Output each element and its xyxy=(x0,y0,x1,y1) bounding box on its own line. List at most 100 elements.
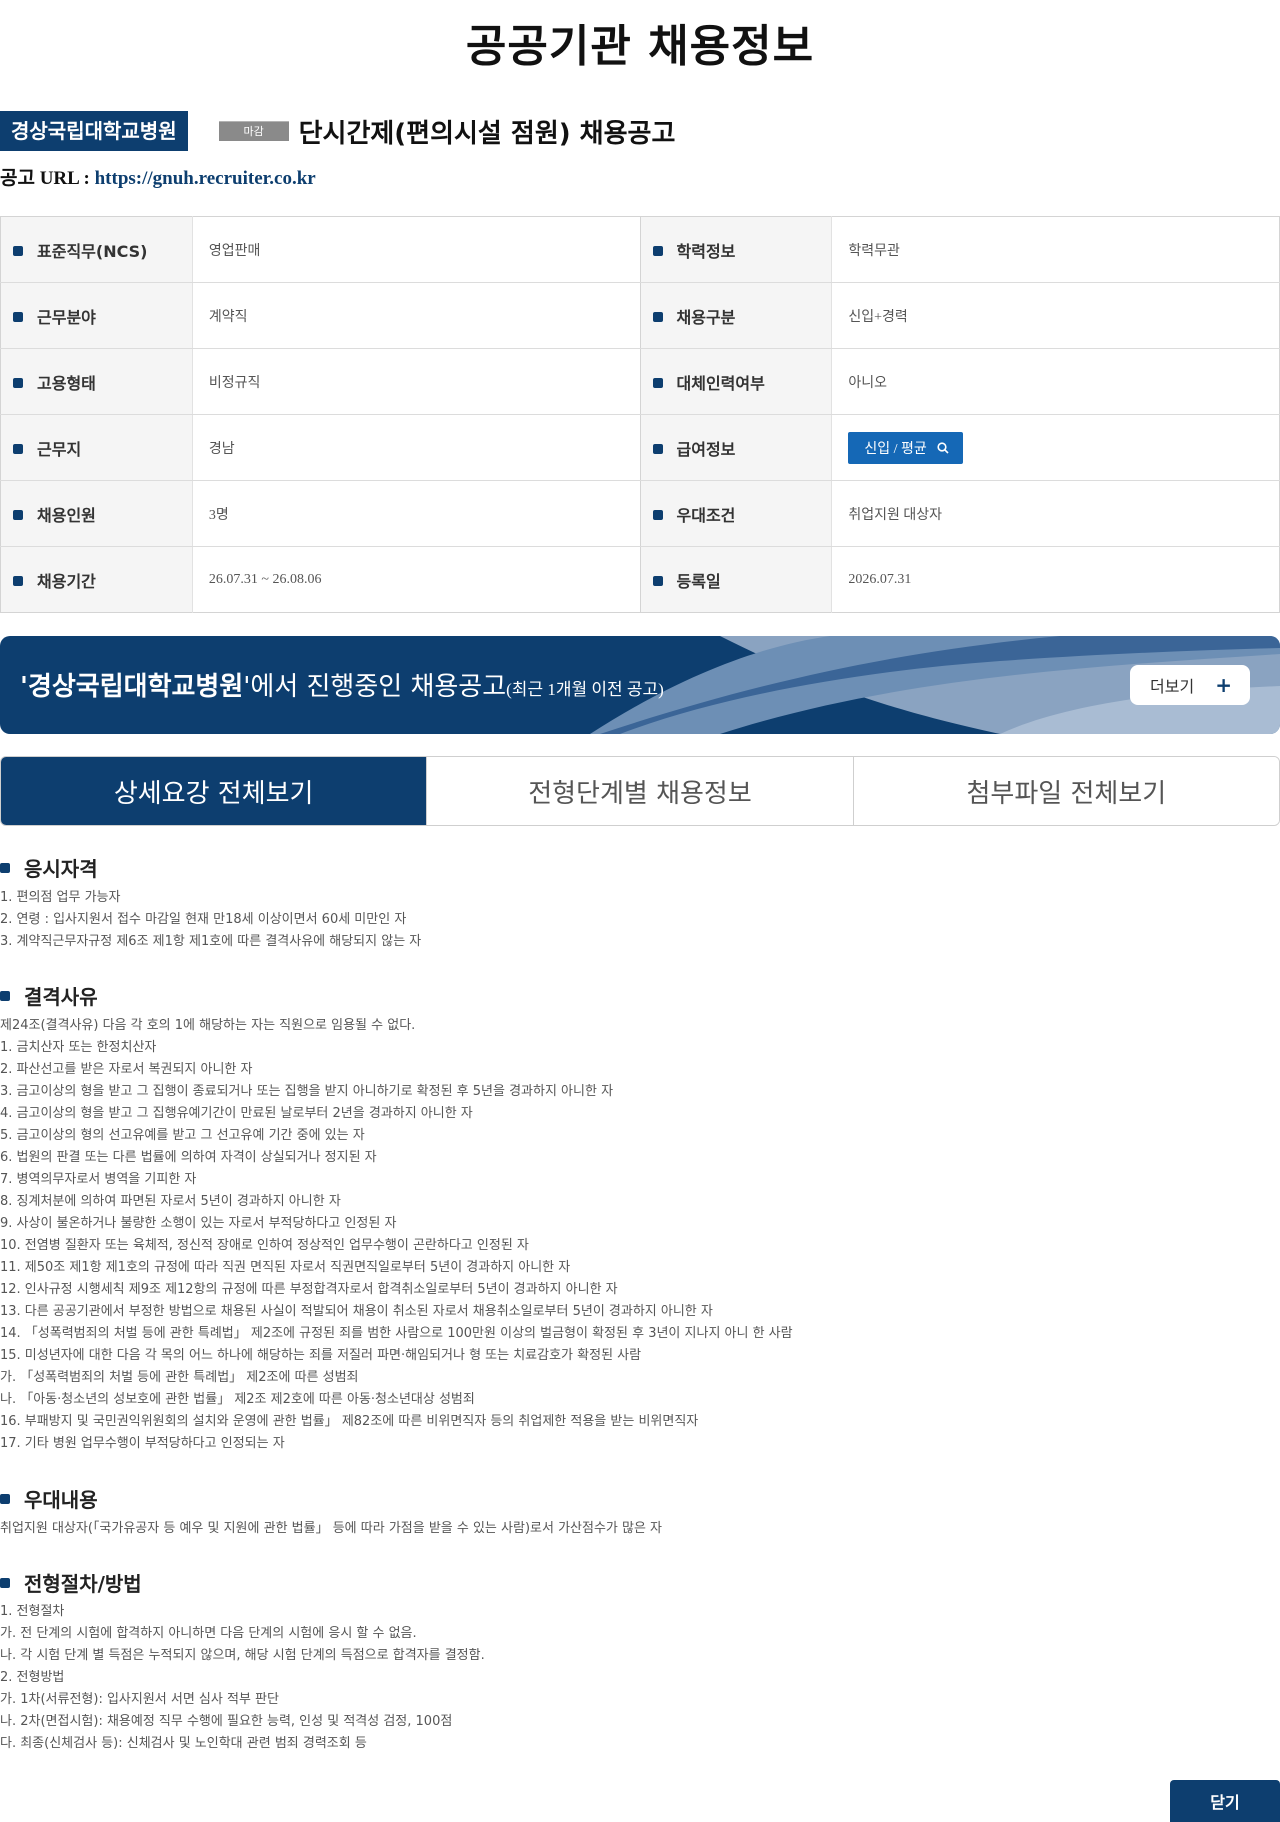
section-title-qualification: 응시자격 xyxy=(0,853,98,882)
info-label: 등록일 xyxy=(640,546,833,613)
section-line: 제24조(결격사유) 다음 각 호의 1에 해당하는 자는 직원으로 임용될 수… xyxy=(0,1018,416,1033)
tab-stage-info[interactable]: 전형단계별 채용정보 xyxy=(426,757,853,825)
detail-tabs: 상세요강 전체보기 전형단계별 채용정보 첨부파일 전체보기 xyxy=(0,756,1280,826)
info-label-text: 채용인원 xyxy=(37,505,96,525)
more-label: 더보기 xyxy=(1150,677,1195,696)
info-label: 근무지 xyxy=(0,414,193,481)
info-row: 고용형태 비정규직 대체인력여부 아니오 xyxy=(0,348,1280,415)
info-value: 계약직 xyxy=(192,282,641,349)
square-bullet-icon xyxy=(652,246,663,256)
section-body-procedure: 1. 전형절차 가. 전 단계의 시험에 합격하지 아니하면 다음 단계의 시험에… xyxy=(0,1601,485,1755)
info-value: 아니오 xyxy=(831,348,1280,415)
section-body-preference: 취업지원 대상자(「국가유공자 등 예우 및 지원에 관한 법률」 등에 따라 … xyxy=(0,1518,662,1540)
job-info-table: 표준직무(NCS) 영업판매 학력정보 학력무관 근무분야 계약직 채용구분 신입+경력 고용형… xyxy=(0,216,1280,613)
info-label: 표준직무(NCS) xyxy=(0,216,193,283)
salary-info-button[interactable]: 신입 / 평균 xyxy=(848,431,963,464)
section-line: 17. 기타 병원 업무수행이 부적당하다고 인정되는 자 xyxy=(0,1436,285,1451)
org-badge: 경상국립대학교병원 xyxy=(0,111,188,151)
section-line: 나. 「아동·청소년의 성보호에 관한 법률」 제2조 제2호에 따른 아동·청… xyxy=(0,1392,475,1407)
info-row: 근무분야 계약직 채용구분 신입+경력 xyxy=(0,282,1280,349)
info-label-text: 우대조건 xyxy=(676,505,736,525)
banner-text: '경상국립대학교병원'에서 진행중인 채용공고(최근 1개월 이전 공고) xyxy=(20,666,664,703)
status-badge: 마감 xyxy=(218,121,289,141)
section-line: 6. 법원의 판결 또는 다른 법률에 의하여 자격이 상실되거나 정지된 자 xyxy=(0,1150,377,1165)
square-bullet-icon xyxy=(652,312,663,322)
info-value-text: 신입+경력 xyxy=(848,309,908,325)
info-value: 학력무관 xyxy=(831,216,1280,283)
square-bullet-icon xyxy=(13,378,23,388)
banner-org: 경상국립대학교병원 xyxy=(27,672,244,702)
info-label-text: 급여정보 xyxy=(676,439,736,459)
section-title-text: 우대내용 xyxy=(24,1488,98,1512)
info-value-text: 취업지원 대상자 xyxy=(848,507,943,523)
section-body-qualification: 1. 편의점 업무 가능자 2. 연령 : 입사지원서 접수 마감일 현재 만18… xyxy=(0,887,421,953)
square-bullet-icon xyxy=(652,576,663,586)
info-label-text: 근무지 xyxy=(37,439,82,459)
salary-button-label: 신입 / 평균 xyxy=(864,441,927,457)
section-line: 나. 2차(면접시험): 채용예정 직무 수행에 필요한 능력, 인성 및 적격… xyxy=(0,1714,453,1729)
info-value-text: 3명 xyxy=(208,507,229,523)
info-value-text: 학력무관 xyxy=(848,243,900,259)
close-button[interactable]: 닫기 xyxy=(1170,1780,1280,1822)
info-row: 표준직무(NCS) 영업판매 학력정보 학력무관 xyxy=(0,216,1280,283)
section-title-preference: 우대내용 xyxy=(0,1484,98,1513)
section-title-procedure: 전형절차/방법 xyxy=(0,1568,142,1597)
info-row: 채용인원 3명 우대조건 취업지원 대상자 xyxy=(0,480,1280,547)
section-title-text: 응시자격 xyxy=(24,857,98,881)
page-title: 공공기관 채용정보 xyxy=(465,21,815,72)
banner-main: '에서 진행중인 채용공고 xyxy=(243,672,507,702)
banner-note: (최근 1개월 이전 공고) xyxy=(506,680,664,699)
square-bullet-icon xyxy=(13,510,23,520)
section-line: 가. 「성폭력범죄의 처벌 등에 관한 특례법」 제2조에 따른 성범죄 xyxy=(0,1370,359,1385)
square-bullet-icon xyxy=(0,1493,10,1504)
info-value: 취업지원 대상자 xyxy=(831,480,1280,547)
tab-attachments[interactable]: 첨부파일 전체보기 xyxy=(852,757,1279,825)
info-label: 우대조건 xyxy=(640,480,833,547)
info-label: 대체인력여부 xyxy=(640,348,833,415)
ongoing-jobs-banner: '경상국립대학교병원'에서 진행중인 채용공고(최근 1개월 이전 공고) 더보… xyxy=(0,636,1280,734)
info-value-text: 26.07.31 ~ 26.08.06 xyxy=(208,571,322,587)
square-bullet-icon xyxy=(0,990,10,1001)
square-bullet-icon xyxy=(13,444,23,454)
plus-icon: + xyxy=(1215,673,1232,697)
section-title-disqualification: 결격사유 xyxy=(0,981,98,1010)
info-value-text: 계약직 xyxy=(208,309,248,325)
section-line: 5. 금고이상의 형의 선고유예를 받고 그 선고유예 기간 중에 있는 자 xyxy=(0,1128,365,1143)
more-button[interactable]: 더보기 + xyxy=(1130,665,1250,705)
url-label: 공고 URL : xyxy=(0,168,95,189)
section-line: 15. 미성년자에 대한 다음 각 목의 어느 하나에 해당하는 죄를 저질러 … xyxy=(0,1348,642,1363)
info-row: 근무지 경남 급여정보 신입 / 평균 xyxy=(0,414,1280,481)
section-line: 가. 1차(서류전형): 입사지원서 서면 심사 적부 판단 xyxy=(0,1692,279,1707)
info-value-text: 경남 xyxy=(208,441,235,457)
section-line: 3. 계약직근무자규정 제6조 제1항 제1호에 따른 결격사유에 해당되지 않… xyxy=(0,934,422,949)
section-line: 8. 징계처분에 의하여 파면된 자로서 5년이 경과하지 아니한 자 xyxy=(0,1194,341,1209)
search-icon xyxy=(937,441,949,454)
info-row: 채용기간 26.07.31 ~ 26.08.06 등록일 2026.07.31 xyxy=(0,546,1280,613)
section-line: 11. 제50조 제1항 제1호의 규정에 따라 직권 면직된 자로서 직권면직… xyxy=(0,1260,571,1275)
info-value-text: 영업판매 xyxy=(208,243,261,259)
info-value: 영업판매 xyxy=(192,216,641,283)
square-bullet-icon xyxy=(652,378,663,388)
section-line: 2. 전형방법 xyxy=(0,1670,65,1685)
section-line: 14. 「성폭력범죄의 처벌 등에 관한 특례법」 제2조에 규정된 죄를 범한… xyxy=(0,1326,793,1341)
info-label-text: 학력정보 xyxy=(676,241,736,261)
section-line: 16. 부패방지 및 국민권익위원회의 설치와 운영에 관한 법률」 제82조에… xyxy=(0,1414,699,1429)
info-label-text: 등록일 xyxy=(676,571,721,591)
info-value: 2026.07.31 xyxy=(832,547,1280,613)
info-value-text: 비정규직 xyxy=(208,375,261,391)
section-line: 2. 파산선고를 받은 자로서 복권되지 아니한 자 xyxy=(0,1062,253,1077)
section-line: 1. 전형절차 xyxy=(0,1604,65,1619)
info-value: 26.07.31 ~ 26.08.06 xyxy=(192,546,641,613)
info-label: 급여정보 xyxy=(640,414,833,481)
tab-full-details[interactable]: 상세요강 전체보기 xyxy=(1,757,427,825)
section-title-text: 결격사유 xyxy=(24,985,98,1009)
info-value: 3명 xyxy=(192,480,641,547)
info-label: 채용인원 xyxy=(0,480,193,547)
square-bullet-icon xyxy=(652,444,663,454)
info-value: 비정규직 xyxy=(192,348,641,415)
section-line: 9. 사상이 불온하거나 불량한 소행이 있는 자로서 부적당하다고 인정된 자 xyxy=(0,1216,397,1231)
square-bullet-icon xyxy=(13,312,23,322)
square-bullet-icon xyxy=(0,862,10,873)
section-line: 1. 편의점 업무 가능자 xyxy=(0,890,121,905)
job-url-link[interactable]: https://gnuh.recruiter.co.kr xyxy=(95,168,316,189)
